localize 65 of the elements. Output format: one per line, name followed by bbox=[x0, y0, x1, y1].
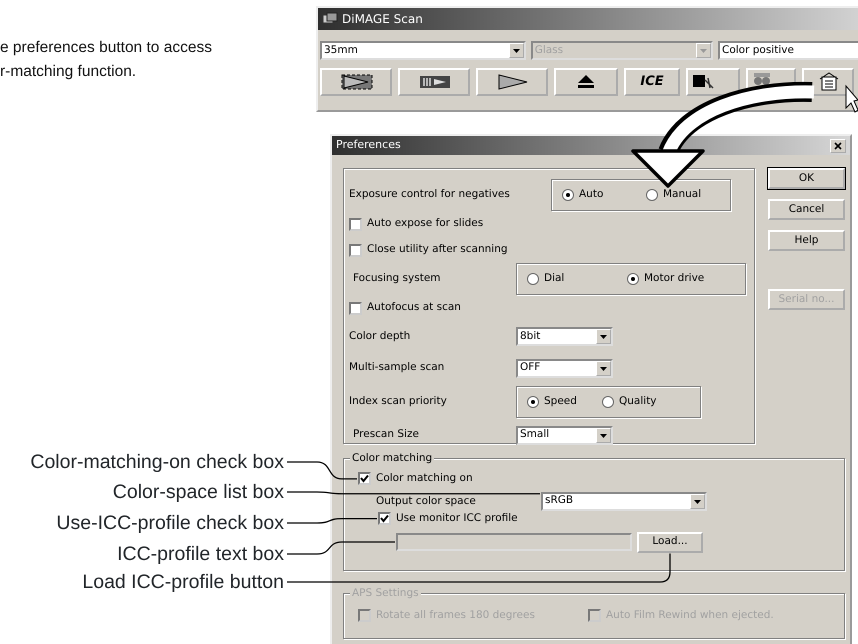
dots-icon bbox=[752, 72, 772, 86]
toolbar-button[interactable]: ICE bbox=[624, 68, 680, 96]
radio-label: Dial bbox=[544, 271, 564, 286]
radio-button[interactable] bbox=[527, 396, 539, 408]
toolbar-button[interactable] bbox=[398, 68, 470, 96]
dropdown[interactable]: OFF bbox=[516, 358, 613, 378]
setting-label: Exposure control for negatives bbox=[349, 186, 511, 202]
caret-icon bbox=[599, 364, 608, 372]
dialog-button[interactable]: Help bbox=[768, 230, 845, 251]
cursor-icon bbox=[846, 84, 858, 113]
callout-label: Use-ICC-profile check box bbox=[56, 513, 284, 533]
setting-label: Color depth bbox=[349, 328, 412, 344]
checkbox-label: Close utility after scanning bbox=[367, 242, 508, 258]
setting-label: Index scan priority bbox=[349, 394, 448, 410]
dropdown[interactable]: Small bbox=[516, 426, 613, 444]
dropdown[interactable]: Color positive bbox=[718, 41, 858, 60]
close-button[interactable] bbox=[830, 138, 846, 152]
checkbox[interactable] bbox=[349, 302, 362, 314]
checkbox[interactable] bbox=[349, 218, 362, 230]
radio-button[interactable] bbox=[646, 188, 658, 200]
toolbar-button[interactable] bbox=[476, 68, 548, 96]
radio-label: Quality bbox=[619, 394, 657, 410]
callout-label: ICC-profile text box bbox=[117, 544, 284, 564]
checkbox-label: Use monitor ICC profile bbox=[396, 510, 518, 526]
close-icon bbox=[834, 142, 842, 150]
caret-icon bbox=[699, 47, 708, 54]
setting-label: Output color space bbox=[376, 494, 476, 508]
checkbox[interactable] bbox=[378, 512, 391, 526]
checkbox[interactable] bbox=[349, 244, 362, 256]
callout-label: Load ICC-profile button bbox=[82, 572, 284, 592]
callout-label: Color-matching-on check box bbox=[30, 452, 284, 472]
load-button[interactable]: Load... bbox=[637, 532, 703, 552]
radio-button[interactable] bbox=[627, 273, 639, 285]
toolbar-button[interactable] bbox=[686, 68, 740, 96]
caret-icon bbox=[693, 498, 702, 505]
setting-label: Multi-sample scan bbox=[349, 360, 446, 376]
checkbox-label: Autofocus at scan bbox=[367, 300, 461, 316]
caret-icon bbox=[599, 432, 608, 438]
dropdown[interactable]: 35mm bbox=[320, 41, 526, 60]
dropdown[interactable]: 8bit bbox=[516, 327, 613, 346]
radio-label: Auto bbox=[579, 186, 604, 202]
toolbar-button[interactable] bbox=[320, 68, 392, 96]
radio-button[interactable] bbox=[562, 188, 574, 200]
instruction-text: e preferences button to access r-matching function. bbox=[0, 38, 212, 82]
caret-icon bbox=[599, 333, 608, 340]
profile-text-field[interactable] bbox=[396, 533, 632, 551]
radio-label: Speed bbox=[544, 394, 577, 410]
window-title: DiMAGE Scan bbox=[342, 11, 423, 28]
setting-label: Focusing system bbox=[352, 271, 442, 286]
checkbox-label: Color matching on bbox=[376, 471, 473, 486]
radio-button[interactable] bbox=[602, 396, 614, 408]
dialog-button[interactable]: OK bbox=[768, 168, 845, 189]
toolbar-button[interactable] bbox=[554, 68, 618, 96]
dialog-title: Preferences bbox=[336, 137, 401, 154]
setting-label: Prescan Size bbox=[352, 427, 420, 442]
dialog-button[interactable]: Cancel bbox=[768, 199, 845, 220]
checkbox[interactable] bbox=[358, 472, 371, 486]
caret-icon bbox=[512, 47, 521, 54]
leader-line bbox=[287, 461, 357, 480]
radio-button[interactable] bbox=[527, 273, 539, 285]
checkbox-label: Auto expose for slides bbox=[367, 216, 484, 232]
callout-label: Color-space list box bbox=[112, 482, 284, 502]
radio-label: Manual bbox=[663, 186, 702, 202]
dropdown[interactable]: sRGB bbox=[541, 492, 707, 511]
radio-label: Motor drive bbox=[644, 271, 704, 286]
